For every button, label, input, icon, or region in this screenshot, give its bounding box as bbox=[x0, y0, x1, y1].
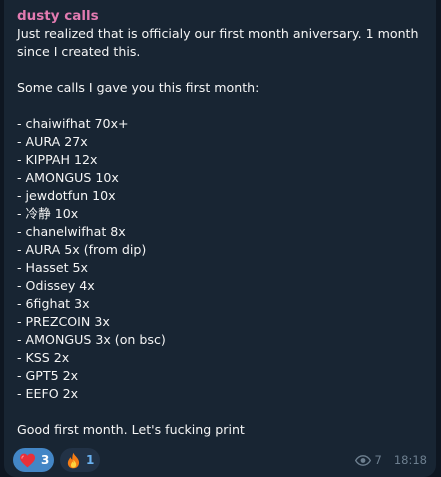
call-item: - chanelwifhat 8x bbox=[17, 224, 126, 239]
call-item: - KIPPAH 12x bbox=[17, 152, 98, 167]
reaction-count: 1 bbox=[86, 453, 95, 467]
message-line: Just realized that is officialy our firs… bbox=[17, 26, 419, 41]
call-item: - jewdotfun 10x bbox=[17, 188, 116, 203]
message-line: Some calls I gave you this first month: bbox=[17, 80, 260, 95]
message-bubble[interactable]: dusty calls Just realized that is offici… bbox=[4, 0, 436, 477]
call-item: - AMONGUS 3x (on bsc) bbox=[17, 332, 166, 347]
call-item: - chaiwifhat 70x+ bbox=[17, 116, 129, 131]
call-item: - 6fighat 3x bbox=[17, 296, 90, 311]
author-name[interactable]: dusty calls bbox=[17, 8, 424, 25]
call-item: - KSS 2x bbox=[17, 350, 70, 365]
call-item: - 冷静 10x bbox=[17, 206, 79, 221]
call-item: - PREZCOIN 3x bbox=[17, 314, 110, 329]
call-item: - GPT5 2x bbox=[17, 368, 79, 383]
message-footer: 3 1 7 18:18 bbox=[13, 448, 427, 472]
fire-icon bbox=[67, 452, 80, 468]
call-item: - AURA 27x bbox=[17, 134, 88, 149]
message-meta: 7 18:18 bbox=[354, 448, 427, 472]
reaction-fire-button[interactable]: 1 bbox=[60, 448, 100, 472]
views-count: 7 bbox=[374, 453, 382, 467]
reaction-heart-button[interactable]: 3 bbox=[13, 448, 54, 472]
message-timestamp: 18:18 bbox=[393, 453, 427, 467]
eye-icon bbox=[354, 454, 371, 466]
message-text: Just realized that is officialy our firs… bbox=[17, 25, 424, 439]
message-line: Good first month. Let's fucking print bbox=[17, 422, 245, 437]
heart-icon bbox=[20, 453, 35, 467]
reaction-count: 3 bbox=[41, 453, 50, 467]
call-item: - EEFO 2x bbox=[17, 386, 79, 401]
call-item: - Hasset 5x bbox=[17, 260, 89, 275]
call-item: - AMONGUS 10x bbox=[17, 170, 119, 185]
message-line: since I created this. bbox=[17, 44, 141, 59]
call-item: - Odissey 4x bbox=[17, 278, 95, 293]
call-item: - AURA 5x (from dip) bbox=[17, 242, 147, 257]
